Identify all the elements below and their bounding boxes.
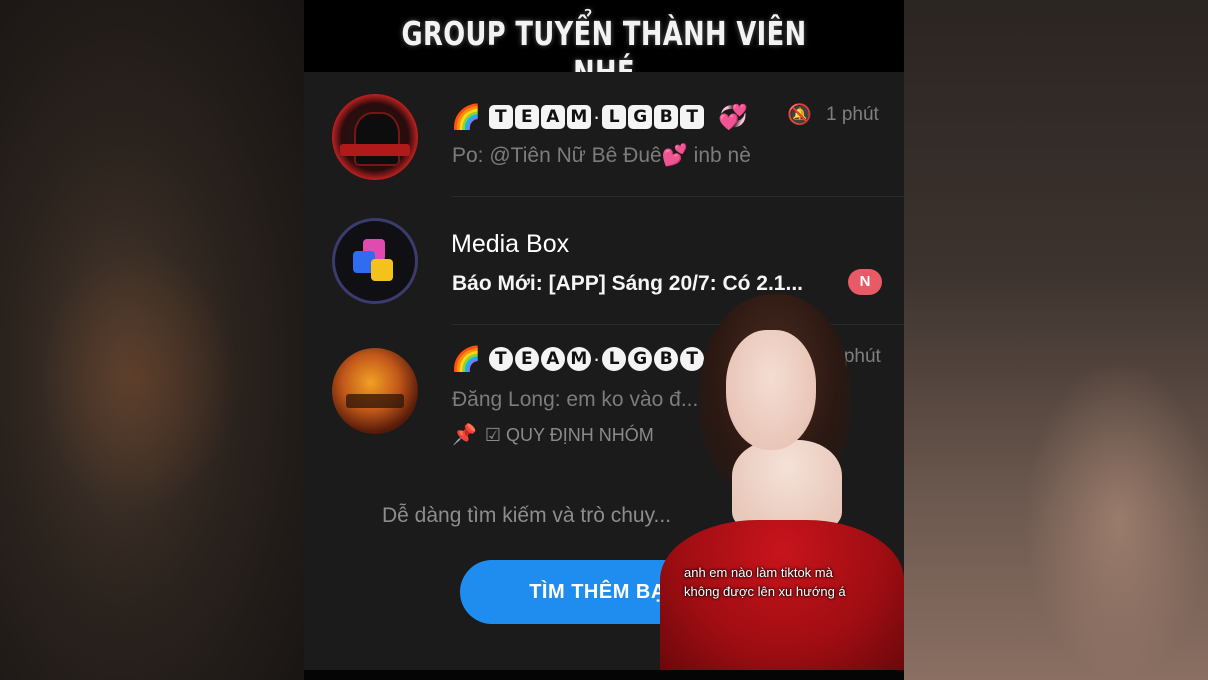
pin-icon: 📌 (452, 424, 477, 446)
blurred-background-left (0, 0, 304, 680)
overlay-person-image (660, 290, 904, 670)
group-avatar (332, 94, 418, 180)
chat-preview: Po: @Tiên Nữ Bê Đuê💕 inb nè (452, 144, 751, 167)
media-box-logo-icon (351, 237, 399, 285)
blurred-background-right (904, 0, 1208, 680)
title-letter: A (540, 347, 565, 372)
title-letter: M (566, 347, 591, 372)
chat-title: Media Box (451, 230, 570, 258)
title-letter: E (514, 347, 539, 372)
video-subtitle: anh em nào làm tiktok mà không được lên … (684, 563, 846, 601)
title-letter: G (628, 347, 653, 372)
heart-emoji: 💞 (718, 103, 749, 131)
title-letter: T (488, 105, 513, 130)
caption-bar: GROUP TUYỂN THÀNH VIÊN NHÉ (304, 0, 904, 92)
chat-row-team-lgbt-1[interactable]: 🌈 T E A M · L G B T 💞 🔕 1 phút Po: @Tiên Nữ Bê Đ… (304, 72, 904, 197)
title-letter: L (602, 105, 627, 130)
pinned-message: 📌 ☑ QUY ĐỊNH NHÓM (452, 422, 654, 447)
bottom-strip (304, 670, 904, 680)
person-neck (732, 440, 842, 530)
dot-separator: · (592, 104, 601, 130)
pinned-message-text: ☑ QUY ĐỊNH NHÓM (484, 425, 654, 445)
dot-separator: · (592, 346, 601, 372)
title-letter: T (488, 347, 513, 372)
title-letter: T (680, 105, 705, 130)
bell-off-icon: 🔕 (787, 104, 812, 126)
media-box-avatar (332, 218, 418, 304)
person-face (726, 330, 816, 450)
video-subtitle-line-1: anh em nào làm tiktok mà (684, 565, 833, 580)
rainbow-emoji: 🌈 (451, 103, 481, 131)
chat-time: 1 phút (826, 104, 879, 125)
group-avatar (332, 348, 418, 434)
title-letter: L (602, 347, 627, 372)
rainbow-emoji: 🌈 (451, 345, 481, 373)
video-subtitle-line-2: không được lên xu hướng á (684, 584, 846, 599)
title-letter: M (566, 105, 591, 130)
empty-state-text: Dễ dàng tìm kiếm và trò chuy... (382, 504, 672, 527)
chat-title: 🌈 T E A M · L G B T 💞 (451, 102, 748, 132)
title-letter: A (540, 105, 565, 130)
title-letter: E (514, 105, 539, 130)
title-letter: G (628, 105, 653, 130)
video-frame: GROUP TUYỂN THÀNH VIÊN NHÉ 🌈 TEAM·LGBT 💞… (304, 0, 904, 680)
title-letter: B (654, 105, 679, 130)
